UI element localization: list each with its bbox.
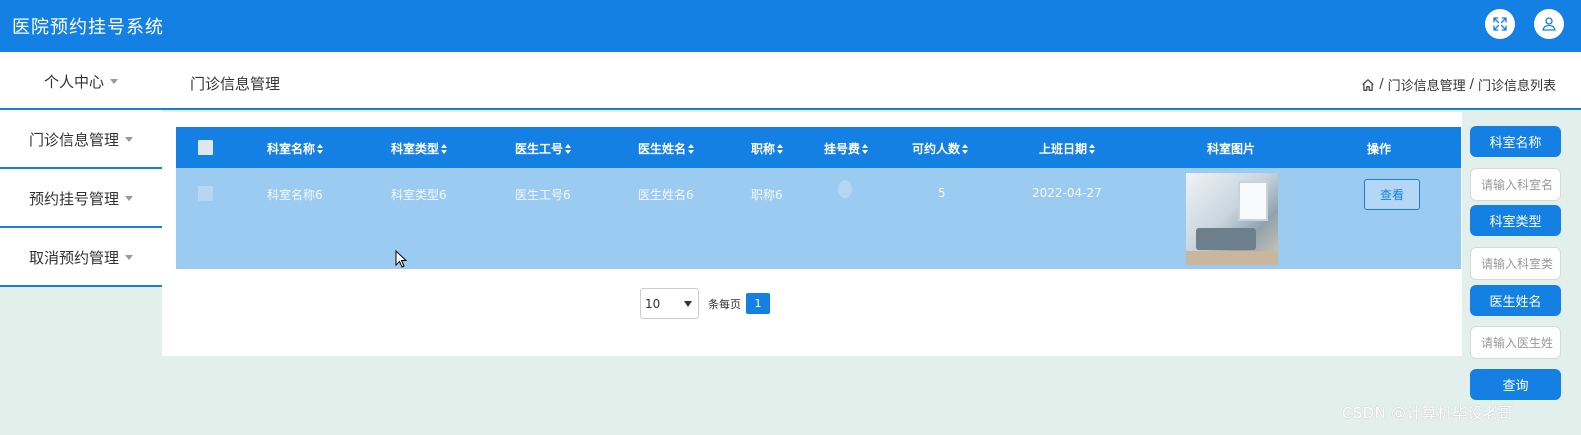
doctor-name-input[interactable]: 请输入医生姓	[1470, 326, 1561, 359]
sidebar-item-cancel-appointment[interactable]: 取消预约管理	[0, 229, 162, 287]
user-icon	[1542, 17, 1556, 31]
dept-image[interactable]	[1186, 173, 1278, 265]
col-title[interactable]: 职称	[751, 140, 784, 157]
sidebar-item-appointment[interactable]: 预约挂号管理	[0, 170, 162, 228]
col-fee[interactable]: 挂号费	[824, 140, 869, 157]
caret-down-icon	[125, 254, 133, 260]
breadcrumb-sep: /	[1379, 77, 1384, 92]
col-available[interactable]: 可约人数	[912, 140, 969, 157]
breadcrumb-item[interactable]: 门诊信息管理	[1388, 75, 1466, 94]
page-title: 门诊信息管理	[190, 75, 281, 93]
row-checkbox[interactable]	[198, 186, 213, 201]
sidebar-item-label: 取消预约管理	[28, 248, 119, 267]
data-table: 科室名称 科室类型 医生工号 医生姓名 职称 挂号费 可约人数 上班日期 科室图…	[176, 127, 1461, 269]
breadcrumb-item: 门诊信息列表	[1477, 79, 1556, 94]
sidebar: 个人中心 门诊信息管理 预约挂号管理 取消预约管理	[0, 52, 162, 287]
sort-icon[interactable]	[441, 143, 448, 154]
view-button[interactable]: 查看	[1364, 179, 1420, 210]
top-bar: 医院预约挂号系统	[0, 0, 1581, 52]
sidebar-item-label: 门诊信息管理	[28, 130, 119, 149]
caret-down-icon	[110, 78, 118, 84]
app-title: 医院预约挂号系统	[12, 17, 164, 38]
cell-available: 5	[938, 186, 946, 200]
chevron-down-icon	[684, 300, 692, 307]
page-header: 门诊信息管理 / 门诊信息管理 / 门诊信息列表	[162, 52, 1581, 110]
doctor-name-label-button[interactable]: 医生姓名	[1470, 285, 1561, 316]
dept-type-label-button[interactable]: 科室类型	[1470, 205, 1561, 236]
cell-fee	[838, 180, 852, 198]
home-icon[interactable]	[1361, 78, 1375, 92]
breadcrumb: / 门诊信息管理 / 门诊信息列表	[1361, 75, 1556, 94]
cell-work-date: 2022-04-27	[1032, 186, 1102, 200]
col-doctor-id[interactable]: 医生工号	[515, 140, 572, 157]
pagination: 10 条每页 1	[640, 288, 770, 319]
sort-icon[interactable]	[688, 143, 695, 154]
sort-icon[interactable]	[1089, 143, 1096, 154]
table-header: 科室名称 科室类型 医生工号 医生姓名 职称 挂号费 可约人数 上班日期 科室图…	[176, 127, 1461, 168]
expand-arrows-icon	[1493, 17, 1507, 31]
cell-doctor-name: 医生姓名6	[638, 188, 694, 202]
col-dept-type[interactable]: 科室类型	[391, 140, 448, 157]
table-row[interactable]: 科室名称6 科室类型6 医生工号6 医生姓名6 职称6 5 2022-04-27…	[176, 168, 1461, 269]
fullscreen-button[interactable]	[1485, 9, 1515, 39]
cell-doctor-id: 医生工号6	[515, 188, 571, 202]
cell-title: 职称6	[751, 188, 783, 202]
mouse-cursor-icon	[395, 250, 407, 268]
sort-icon[interactable]	[317, 143, 324, 154]
query-button[interactable]: 查询	[1470, 369, 1561, 400]
sort-icon[interactable]	[777, 143, 784, 154]
sidebar-item-label: 个人中心	[43, 72, 104, 91]
page-number-button[interactable]: 1	[746, 293, 770, 314]
col-dept-name[interactable]: 科室名称	[267, 140, 324, 157]
user-menu-button[interactable]	[1534, 9, 1564, 39]
sort-icon[interactable]	[862, 143, 869, 154]
caret-down-icon	[125, 195, 133, 201]
sidebar-item-clinic-info[interactable]: 门诊信息管理	[0, 111, 162, 169]
col-dept-image: 科室图片	[1207, 142, 1256, 156]
breadcrumb-sep: /	[1469, 77, 1474, 92]
cell-dept-name: 科室名称6	[267, 188, 323, 202]
sort-icon[interactable]	[565, 143, 572, 154]
page-size-select[interactable]: 10	[640, 288, 699, 319]
watermark: CSDN @计算机毕设老哥	[1342, 404, 1514, 422]
dept-name-label-button[interactable]: 科室名称	[1470, 126, 1561, 157]
col-work-date[interactable]: 上班日期	[1039, 140, 1096, 157]
caret-down-icon	[125, 136, 133, 142]
sidebar-item-label: 预约挂号管理	[28, 189, 119, 208]
sidebar-item-personal-center[interactable]: 个人中心	[0, 52, 162, 110]
dept-type-input[interactable]: 请输入科室类	[1470, 247, 1561, 280]
per-page-label: 条每页	[708, 297, 741, 311]
cell-dept-type: 科室类型6	[391, 188, 447, 202]
sort-icon[interactable]	[962, 143, 969, 154]
col-doctor-name[interactable]: 医生姓名	[638, 140, 695, 157]
select-all-checkbox[interactable]	[198, 140, 213, 155]
main-content: 科室名称 科室类型 医生工号 医生姓名 职称 挂号费 可约人数 上班日期 科室图…	[162, 112, 1462, 356]
col-action: 操作	[1367, 142, 1392, 156]
dept-name-input[interactable]: 请输入科室名	[1470, 168, 1561, 201]
